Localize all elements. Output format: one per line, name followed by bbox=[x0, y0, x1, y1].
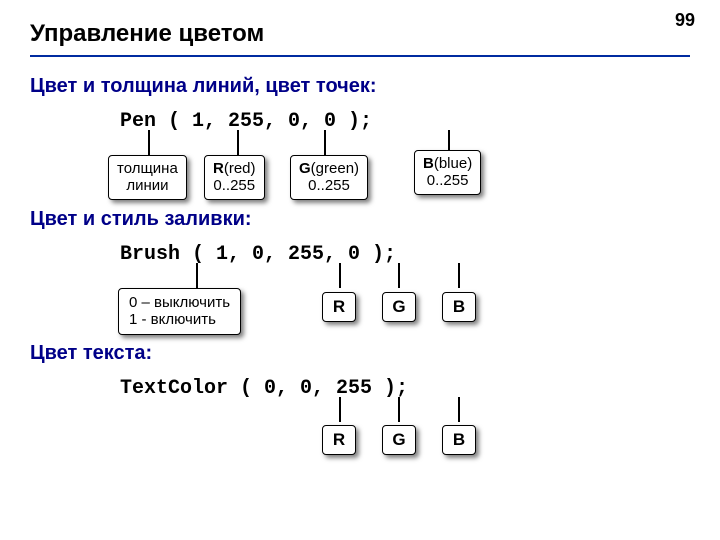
pointer bbox=[196, 263, 198, 288]
badge-g-2: G bbox=[382, 425, 416, 455]
code-textcolor: TextColor ( 0, 0, 255 ); bbox=[120, 377, 408, 400]
callout-green-range: 0..255 bbox=[308, 177, 350, 194]
badge-r-2: R bbox=[322, 425, 356, 455]
pointer bbox=[398, 263, 400, 288]
callout-text: толщина линии bbox=[117, 160, 178, 194]
callout-green: G(green) 0..255 bbox=[290, 155, 368, 200]
page-title: Управление цветом bbox=[30, 20, 264, 48]
callout-red-rest: (red) bbox=[224, 160, 256, 177]
callout-green-rest: (green) bbox=[311, 160, 359, 177]
badge-g-1: G bbox=[382, 292, 416, 322]
badge-b-2: B bbox=[442, 425, 476, 455]
callout-switch-line2: 1 - включить bbox=[129, 311, 216, 328]
pointer bbox=[339, 263, 341, 288]
code-brush: Brush ( 1, 0, 255, 0 ); bbox=[120, 243, 396, 266]
callout-blue: B(blue) 0..255 bbox=[414, 150, 481, 195]
callout-switch: 0 – выключить 1 - включить bbox=[118, 288, 241, 335]
section-heading-brush: Цвет и стиль заливки: bbox=[30, 208, 252, 231]
section-heading-textcolor: Цвет текста: bbox=[30, 342, 152, 365]
section-heading-pen: Цвет и толщина линий, цвет точек: bbox=[30, 75, 377, 98]
badge-r-1: R bbox=[322, 292, 356, 322]
callout-thickness: толщина линии bbox=[108, 155, 187, 200]
pointer bbox=[237, 130, 239, 155]
code-pen: Pen ( 1, 255, 0, 0 ); bbox=[120, 110, 372, 133]
callout-red-bold: R bbox=[213, 160, 224, 177]
callout-red-range: 0..255 bbox=[213, 177, 255, 194]
callout-green-bold: G bbox=[299, 160, 311, 177]
callout-blue-range: 0..255 bbox=[427, 172, 469, 189]
callout-blue-bold: B bbox=[423, 155, 434, 172]
badge-b-1: B bbox=[442, 292, 476, 322]
pointer bbox=[458, 263, 460, 288]
pointer bbox=[324, 130, 326, 155]
pointer bbox=[339, 397, 341, 422]
page-number: 99 bbox=[675, 10, 695, 31]
pointer bbox=[148, 130, 150, 155]
pointer bbox=[458, 397, 460, 422]
title-rule bbox=[30, 55, 690, 57]
callout-blue-rest: (blue) bbox=[434, 155, 472, 172]
callout-switch-line1: 0 – выключить bbox=[129, 294, 230, 311]
pointer bbox=[398, 397, 400, 422]
callout-red: R(red) 0..255 bbox=[204, 155, 265, 200]
